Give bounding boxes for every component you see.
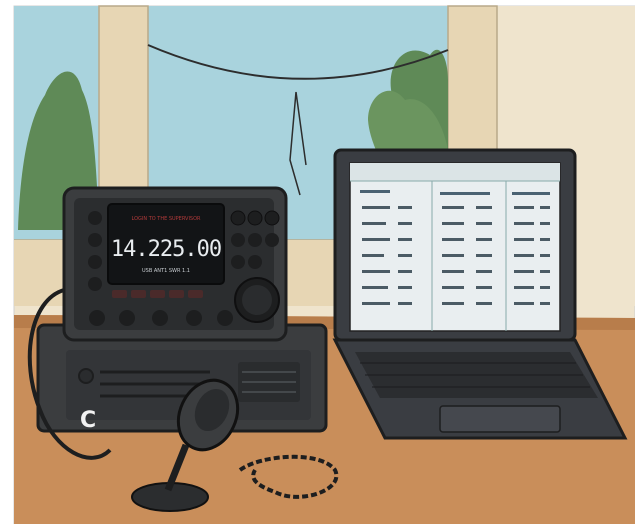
radio-frequency: 14.225.00 <box>111 237 221 262</box>
scene-illustration: C LOGIN TO THE SUPERVISOR 14.225.00 USB … <box>0 0 635 524</box>
radio-transceiver <box>62 186 288 342</box>
radio-badge: C <box>80 408 96 433</box>
radio-display-top-text: LOGIN TO THE SUPERVISOR <box>131 216 201 222</box>
radio-display-sub-text: USB ANT1 SWR 1.1 <box>142 268 190 274</box>
laptop-screen <box>349 162 561 332</box>
scene: C LOGIN TO THE SUPERVISOR 14.225.00 USB … <box>0 0 635 524</box>
laptop-touchpad <box>439 405 561 433</box>
